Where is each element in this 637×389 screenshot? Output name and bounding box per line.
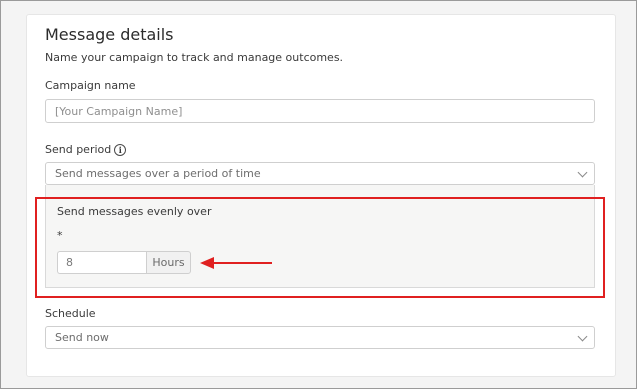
schedule-selected-value: Send now (55, 331, 109, 344)
schedule-select[interactable]: Send now (45, 326, 595, 349)
info-circle-icon[interactable]: i (114, 144, 127, 156)
card-subtitle: Name your campaign to track and manage o… (45, 51, 344, 64)
chevron-down-icon (577, 331, 588, 342)
schedule-label: Schedule (45, 307, 96, 320)
send-period-select[interactable]: Send messages over a period of time (45, 162, 595, 185)
send-period-label: Send period (45, 143, 112, 156)
campaign-name-label: Campaign name (45, 79, 136, 92)
chevron-down-icon (577, 167, 588, 178)
send-period-selected-value: Send messages over a period of time (55, 167, 261, 180)
send-period-label-row: Send period i (45, 143, 127, 156)
annotation-highlight-box (35, 197, 605, 298)
card-title: Message details (45, 25, 174, 44)
campaign-name-input[interactable] (45, 99, 595, 123)
